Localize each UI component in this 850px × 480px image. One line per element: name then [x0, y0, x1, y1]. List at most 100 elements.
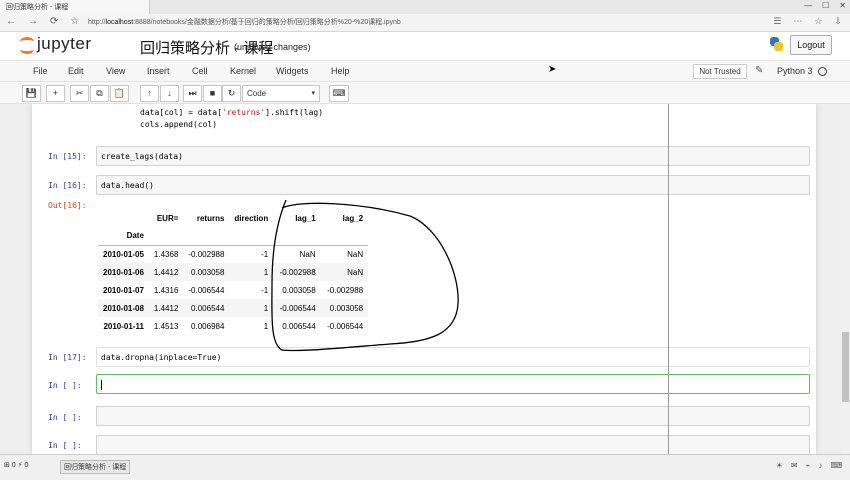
cell-type-value: Code	[247, 89, 267, 98]
not-trusted-button[interactable]: Not Trusted	[693, 64, 747, 79]
table-header-row: EUR= returns direction lag_1 lag_2	[98, 209, 368, 227]
paste-icon[interactable]: 📋	[110, 85, 129, 102]
corner-cell	[98, 209, 149, 227]
cell-direction: -1	[261, 249, 269, 259]
cell-lag2: -0.006544	[327, 321, 364, 331]
volume-icon[interactable]: ♪	[818, 461, 822, 470]
index-name-row: Date	[98, 227, 369, 246]
index-name: Date	[98, 227, 149, 246]
menu-icon[interactable]: ☰	[773, 16, 781, 27]
browser-title-bar: 回归策略分析 - 课程 — ☐ ✕	[0, 0, 850, 14]
menu-file[interactable]: File	[33, 66, 48, 76]
restart-icon[interactable]: ↻	[222, 85, 241, 102]
reload-icon[interactable]: ⟳	[50, 16, 58, 27]
active-code-cell[interactable]	[96, 374, 810, 394]
scrollbar-thumb[interactable]	[842, 332, 849, 402]
stop-icon[interactable]: ■	[203, 85, 222, 102]
move-up-icon[interactable]: ↑	[140, 85, 159, 102]
text-cursor	[101, 380, 102, 390]
cut-icon[interactable]: ✂	[70, 85, 89, 102]
notebook-area: data[col] = data['returns'].shift(lag) c…	[0, 104, 850, 454]
kernel-name: Python 3	[777, 66, 813, 76]
url-host: localhost	[105, 19, 134, 26]
menu-bar: File Edit View Insert Cell Kernel Widget…	[0, 60, 850, 82]
output-prompt: Out[16]:	[48, 201, 87, 210]
menu-view[interactable]: View	[106, 66, 125, 76]
tab-title: 回归策略分析 - 课程	[6, 4, 69, 11]
copy-icon[interactable]: ⧉	[90, 85, 109, 102]
jupyter-logo-icon	[20, 35, 34, 54]
menu-insert[interactable]: Insert	[147, 66, 170, 76]
row-index: 2010-01-08	[103, 303, 144, 313]
cell-lag1: NaN	[299, 249, 316, 259]
cell-type-select[interactable]: Code ▾	[242, 85, 320, 102]
dataframe-table: EUR= returns direction lag_1 lag_2 Date …	[98, 209, 369, 335]
forward-icon[interactable]: →	[28, 16, 38, 27]
cell-lag2: 0.003058	[329, 303, 364, 313]
logout-button[interactable]: Logout	[790, 35, 832, 55]
cell-eur: 1.4316	[153, 285, 179, 295]
jupyter-logo[interactable]: jupyter	[20, 34, 92, 54]
vertical-guide-line	[668, 104, 669, 454]
cell-lag2: -0.002988	[327, 285, 364, 295]
cell-direction: 1	[263, 321, 269, 331]
scrollbar[interactable]	[841, 104, 850, 454]
cell-direction: 1	[263, 267, 269, 277]
menu-widgets[interactable]: Widgets	[276, 66, 309, 76]
cell-eur: 1.4412	[153, 303, 179, 313]
cell-eur: 1.4412	[153, 267, 179, 277]
table-row: 2010-01-05 1.4368 -0.002988 -1 NaN NaN	[98, 245, 368, 263]
pencil-icon[interactable]: ✎	[755, 65, 763, 76]
back-icon[interactable]: ←	[6, 16, 16, 27]
column-header: direction	[234, 213, 269, 223]
maximize-button[interactable]: ☐	[822, 1, 829, 10]
notebook-toolbar: 💾 + ✂ ⧉ 📋 ↑ ↓ ⏭ ■ ↻ Code ▾ ⌨	[0, 82, 850, 104]
window-controls: — ☐ ✕	[804, 1, 846, 10]
code-cell[interactable]: data.dropna(inplace=True)	[96, 347, 810, 367]
cell-returns: 0.003058	[191, 267, 225, 277]
minimize-button[interactable]: —	[804, 1, 812, 10]
menu-kernel[interactable]: Kernel	[230, 66, 256, 76]
network-icon[interactable]: ⌁	[806, 461, 811, 470]
code-cell[interactable]: data.head()	[96, 175, 810, 195]
system-tray: ☀ ✉ ⌁ ♪ ⌨	[776, 461, 842, 470]
cell-prompt: In [17]:	[48, 353, 87, 362]
cell-prompt: In [15]:	[48, 152, 87, 161]
url-path: :8888/notebooks/金融数据分析/基于回归的策略分析/回归策略分析%…	[133, 19, 401, 26]
url-field[interactable]: http://localhost:8888/notebooks/金融数据分析/基…	[88, 16, 688, 29]
star-icon[interactable]: ☆	[814, 16, 822, 27]
code-cell[interactable]: create_lags(data)	[96, 146, 810, 166]
column-header: returns	[196, 213, 225, 223]
keyboard-tray-icon[interactable]: ⌨	[830, 461, 842, 470]
row-index: 2010-01-07	[103, 285, 144, 295]
table-row: 2010-01-08 1.4412 0.006544 1 -0.006544 0…	[98, 299, 369, 317]
cell-returns: 0.006984	[191, 321, 225, 331]
insert-cell-button[interactable]: +	[46, 85, 65, 102]
run-icon[interactable]: ⏭	[183, 85, 202, 102]
download-icon[interactable]: ⇩	[834, 16, 842, 27]
bookmark-icon[interactable]: ☆	[70, 16, 79, 27]
keyboard-icon[interactable]: ⌨	[329, 85, 349, 102]
browser-address-bar: ← → ⟳ ☆ http://localhost:8888/notebooks/…	[0, 14, 850, 32]
move-down-icon[interactable]: ↓	[160, 85, 179, 102]
save-icon[interactable]: 💾	[22, 85, 41, 102]
code-cell[interactable]	[96, 435, 810, 454]
taskbar-item[interactable]: 回归策略分析 - 课程	[60, 460, 131, 474]
cell-eur: 1.4368	[153, 249, 179, 259]
code-line: data[col] = data['returns'].shift(lag)	[140, 108, 323, 117]
close-button[interactable]: ✕	[839, 1, 846, 10]
column-header: lag_2	[342, 213, 364, 223]
menu-edit[interactable]: Edit	[68, 66, 84, 76]
brightness-icon[interactable]: ☀	[776, 461, 783, 470]
code-cell[interactable]	[96, 406, 810, 426]
cell-lag1: 0.003058	[282, 285, 316, 295]
mail-icon[interactable]: ✉	[791, 461, 798, 470]
cell-prompt: In [ ]:	[48, 381, 82, 390]
menu-help[interactable]: Help	[331, 66, 350, 76]
cell-prompt: In [ ]:	[48, 413, 82, 422]
browser-tab[interactable]: 回归策略分析 - 课程	[0, 0, 150, 14]
cell-prompt: In [16]:	[48, 181, 87, 190]
menu-cell[interactable]: Cell	[192, 66, 208, 76]
more-icon[interactable]: ⋯	[793, 16, 802, 27]
row-index: 2010-01-06	[103, 267, 144, 277]
